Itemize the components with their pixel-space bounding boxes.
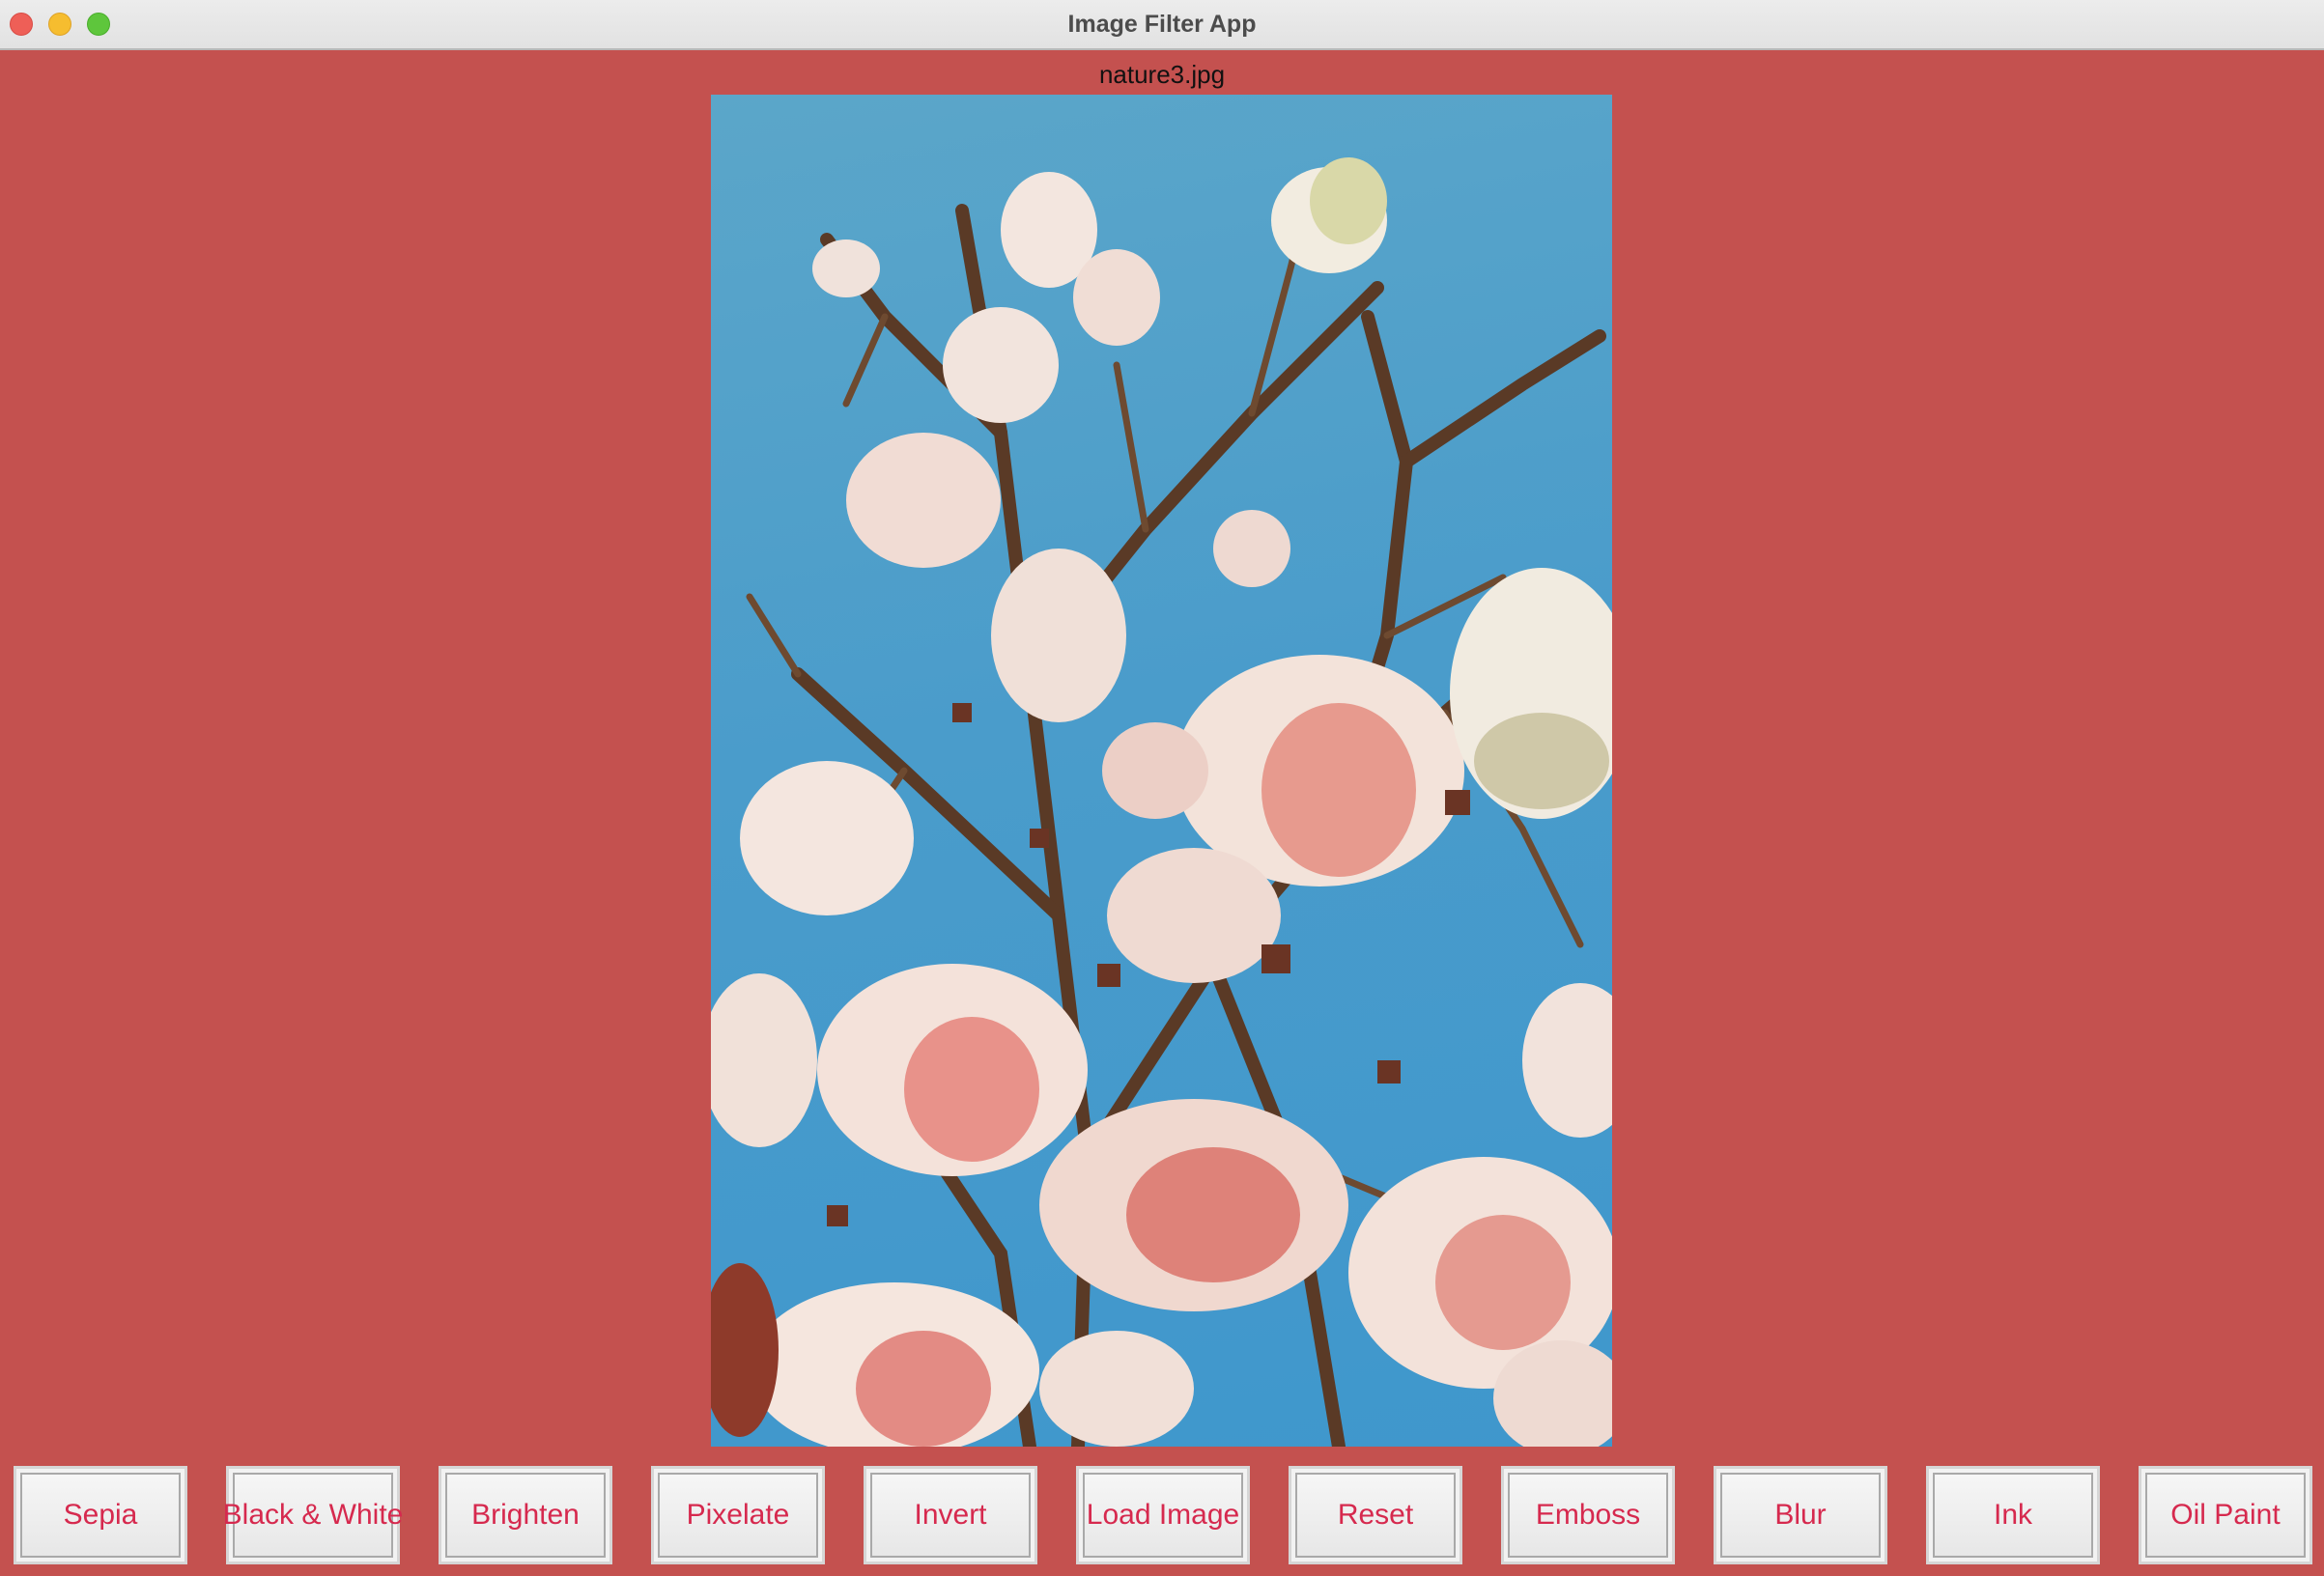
blossom-photo	[711, 157, 1612, 1447]
image-filename: nature3.jpg	[1098, 60, 1226, 89]
blur-button[interactable]: Blur	[1714, 1466, 1887, 1564]
brighten-button[interactable]: Brighten	[439, 1466, 612, 1564]
oil-paint-button[interactable]: Oil Paint	[2139, 1466, 2312, 1564]
sepia-button[interactable]: Sepia	[14, 1466, 187, 1564]
title-bar: Image Filter App	[0, 0, 2324, 50]
black-white-button[interactable]: Black & White	[223, 1466, 403, 1564]
emboss-button[interactable]: Emboss	[1501, 1466, 1675, 1564]
load-image-button[interactable]: Load Image	[1076, 1466, 1250, 1564]
pixelate-button[interactable]: Pixelate	[651, 1466, 825, 1564]
window-title: Image Filter App	[1067, 11, 1257, 38]
reset-button[interactable]: Reset	[1289, 1466, 1462, 1564]
invert-button[interactable]: Invert	[864, 1466, 1037, 1564]
image-preview	[711, 95, 1612, 1447]
ink-button[interactable]: Ink	[1926, 1466, 2100, 1564]
